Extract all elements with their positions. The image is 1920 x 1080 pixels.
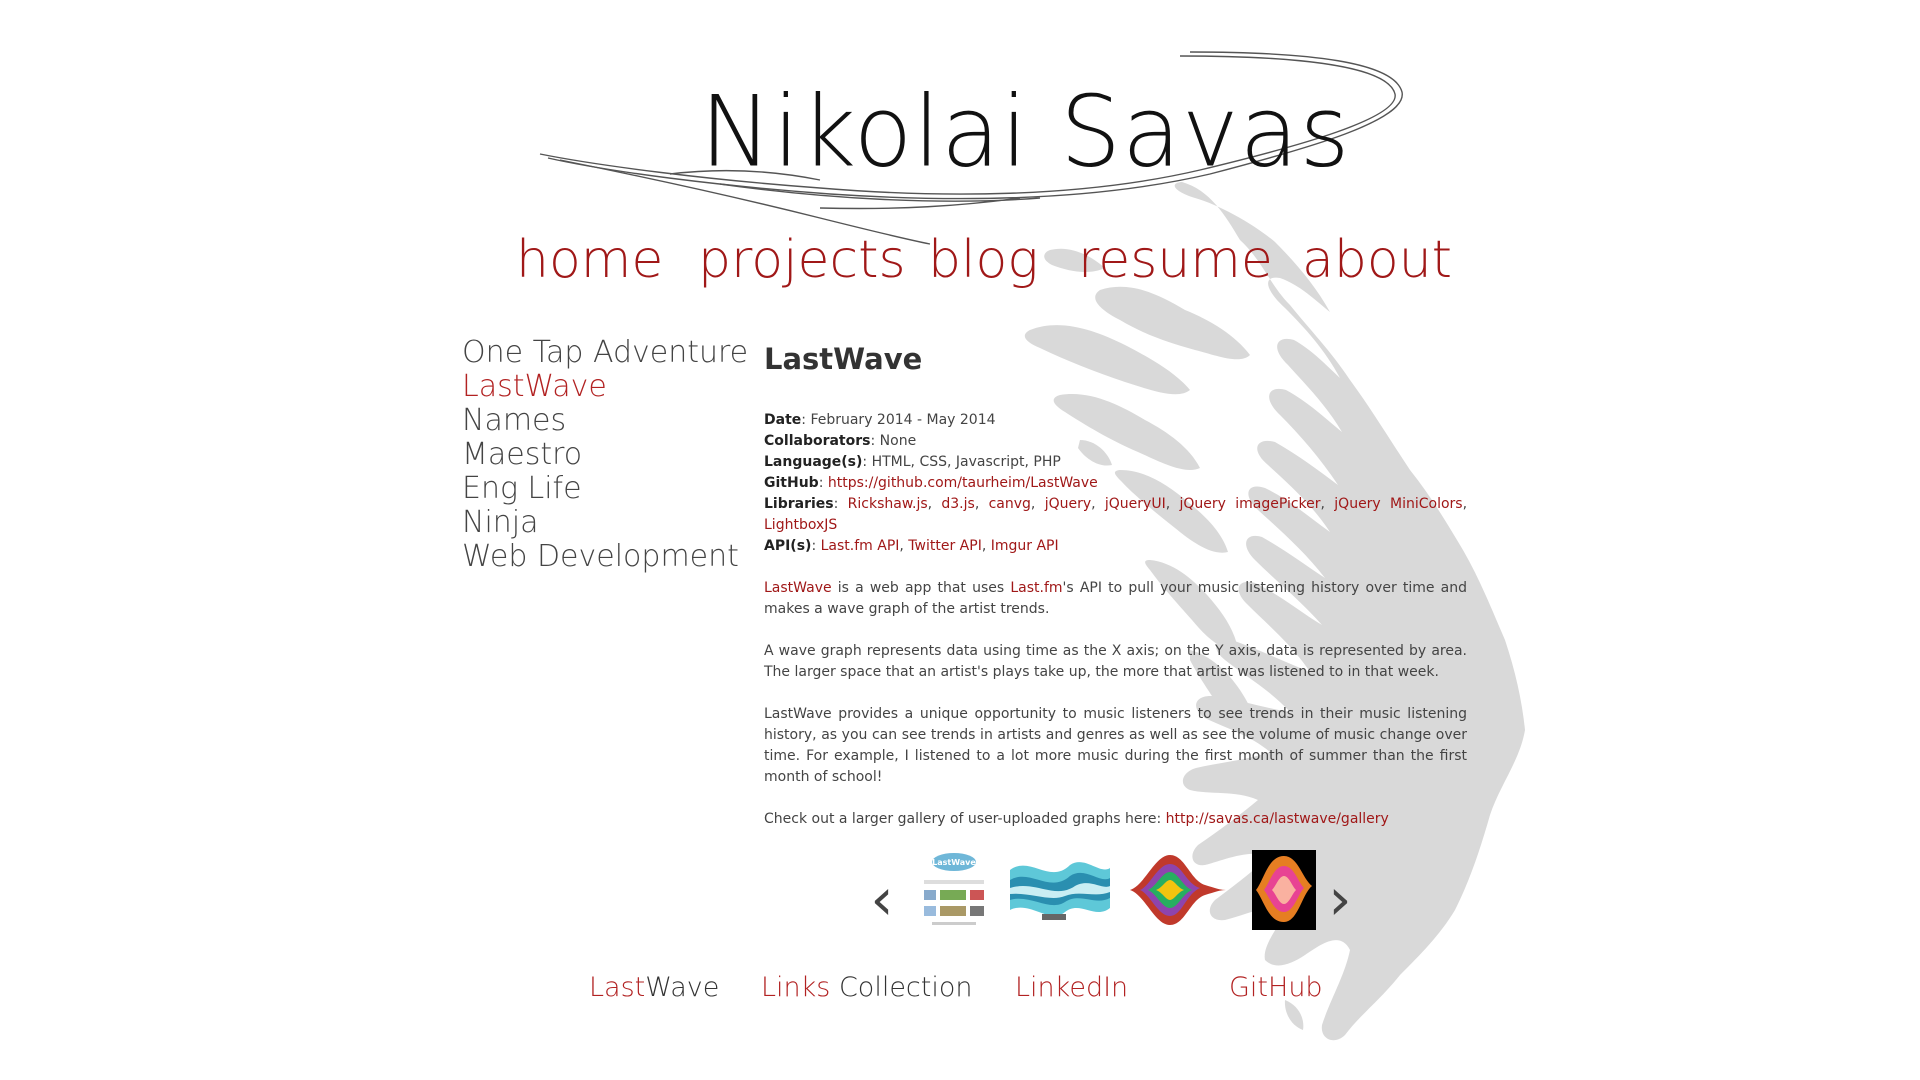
sidebar-item-one-tap-adventure[interactable]: One Tap Adventure (462, 336, 748, 370)
nav-resume[interactable]: resume (1078, 230, 1273, 290)
project-title: LastWave (764, 342, 923, 376)
meta-apis: API(s): Last.fm API, Twitter API, Imgur … (764, 538, 1059, 554)
api-link[interactable]: Twitter API (908, 538, 982, 554)
footer-link-links-collection[interactable]: Links Collection (761, 972, 973, 1003)
meta-collab-label: Collaborators (764, 433, 871, 449)
footer-github-highlight: GitHub (1229, 972, 1323, 1003)
lastwave-link[interactable]: LastWave (764, 580, 832, 596)
p4-text: Check out a larger gallery of user-uploa… (764, 811, 1166, 827)
meta-github-label: GitHub (764, 475, 819, 491)
library-link[interactable]: LightboxJS (764, 517, 837, 533)
wave-graph-image (1010, 862, 1110, 920)
thumb-logo-text: LastWave (932, 858, 976, 867)
description-paragraph-2: A wave graph represents data using time … (764, 643, 1467, 680)
meta-date: Date: February 2014 - May 2014 (764, 412, 996, 428)
footer-lastwave-rest: Wave (645, 972, 720, 1003)
footer-links-highlight: Links (761, 972, 831, 1003)
chevron-right-icon[interactable]: › (1320, 870, 1360, 930)
gallery-thumbnail[interactable] (1130, 850, 1226, 930)
sidebar-item-web-development[interactable]: Web Development (462, 540, 748, 574)
project-sidebar: One Tap Adventure LastWave Names Maestro… (462, 336, 748, 574)
footer-link-github[interactable]: GitHub (1229, 972, 1323, 1003)
sidebar-item-lastwave[interactable]: LastWave (462, 370, 748, 404)
meta-date-value: February 2014 - May 2014 (810, 412, 996, 428)
main-nav: home projects blog resume about (0, 230, 1920, 300)
footer-link-lastwave[interactable]: LastWave (589, 972, 719, 1003)
description-paragraph-4: Check out a larger gallery of user-uploa… (764, 809, 1467, 830)
gallery-thumbnail[interactable] (1252, 850, 1316, 930)
meta-date-label: Date (764, 412, 802, 428)
meta-libraries: Libraries: Rickshaw.js, d3.js, canvg, jQ… (764, 496, 1468, 533)
sidebar-item-ninja[interactable]: Ninja (462, 506, 748, 540)
meta-libraries-label: Libraries (764, 496, 834, 512)
description-paragraph-3: LastWave provides a unique opportunity t… (764, 706, 1467, 785)
description-paragraph-1: LastWave is a web app that uses Last.fm'… (764, 578, 1467, 620)
library-link[interactable]: d3.js (941, 496, 974, 512)
lastwave-screenshot-image: LastWave (914, 850, 994, 930)
meta-collaborators: Collaborators: None (764, 433, 917, 449)
nav-about[interactable]: about (1302, 230, 1452, 290)
library-link[interactable]: jQueryUI (1105, 496, 1166, 512)
footer-link-linkedin[interactable]: LinkedIn (1015, 972, 1128, 1003)
gallery-thumbnail[interactable] (1010, 850, 1110, 930)
api-link[interactable]: Last.fm API (821, 538, 900, 554)
sidebar-item-eng-life[interactable]: Eng Life (462, 472, 748, 506)
library-link[interactable]: canvg (989, 496, 1031, 512)
meta-languages: Language(s): HTML, CSS, Javascript, PHP (764, 454, 1061, 470)
gallery-link[interactable]: http://savas.ca/lastwave/gallery (1166, 811, 1389, 827)
sidebar-item-names[interactable]: Names (462, 404, 748, 438)
meta-github: GitHub: https://github.com/taurheim/Last… (764, 475, 1098, 491)
dark-wave-graph-image (1252, 850, 1316, 930)
library-link[interactable]: jQuery imagePicker (1179, 496, 1320, 512)
footer-linkedin-highlight: LinkedIn (1015, 972, 1129, 1003)
sidebar-item-maestro[interactable]: Maestro (462, 438, 748, 472)
footer-links-rest: Collection (830, 972, 973, 1003)
image-carousel: ‹ LastWave › (862, 850, 1372, 950)
project-meta: Date: February 2014 - May 2014 Collabora… (764, 410, 1467, 557)
meta-collab-value: None (879, 433, 917, 449)
colorful-wave-graph-image (1130, 855, 1226, 925)
library-link[interactable]: jQuery MiniColors (1334, 496, 1462, 512)
project-content: LastWave Date: February 2014 - May 2014 … (764, 340, 1467, 830)
lastfm-link[interactable]: Last.fm (1010, 580, 1062, 596)
library-link[interactable]: Rickshaw.js (848, 496, 928, 512)
footer-lastwave-highlight: Last (589, 972, 646, 1003)
github-link[interactable]: https://github.com/taurheim/LastWave (828, 475, 1098, 491)
library-link[interactable]: jQuery (1045, 496, 1091, 512)
nav-blog[interactable]: blog (928, 230, 1038, 290)
site-logo[interactable]: Nikolai Savas (520, 48, 1420, 248)
gallery-thumbnail[interactable]: LastWave (914, 850, 994, 930)
footer-nav: LastWave Links Collection LinkedIn GitHu… (0, 972, 1920, 1012)
meta-lang-label: Language(s) (764, 454, 863, 470)
chevron-left-icon[interactable]: ‹ (862, 870, 902, 930)
meta-lang-value: HTML, CSS, Javascript, PHP (871, 454, 1061, 470)
p1-text-1: is a web app that uses (831, 580, 1011, 596)
nav-projects[interactable]: projects (698, 230, 906, 290)
site-title: Nikolai Savas (700, 74, 1351, 190)
meta-api-label: API(s) (764, 538, 812, 554)
nav-home[interactable]: home (516, 230, 663, 290)
api-link[interactable]: Imgur API (991, 538, 1059, 554)
